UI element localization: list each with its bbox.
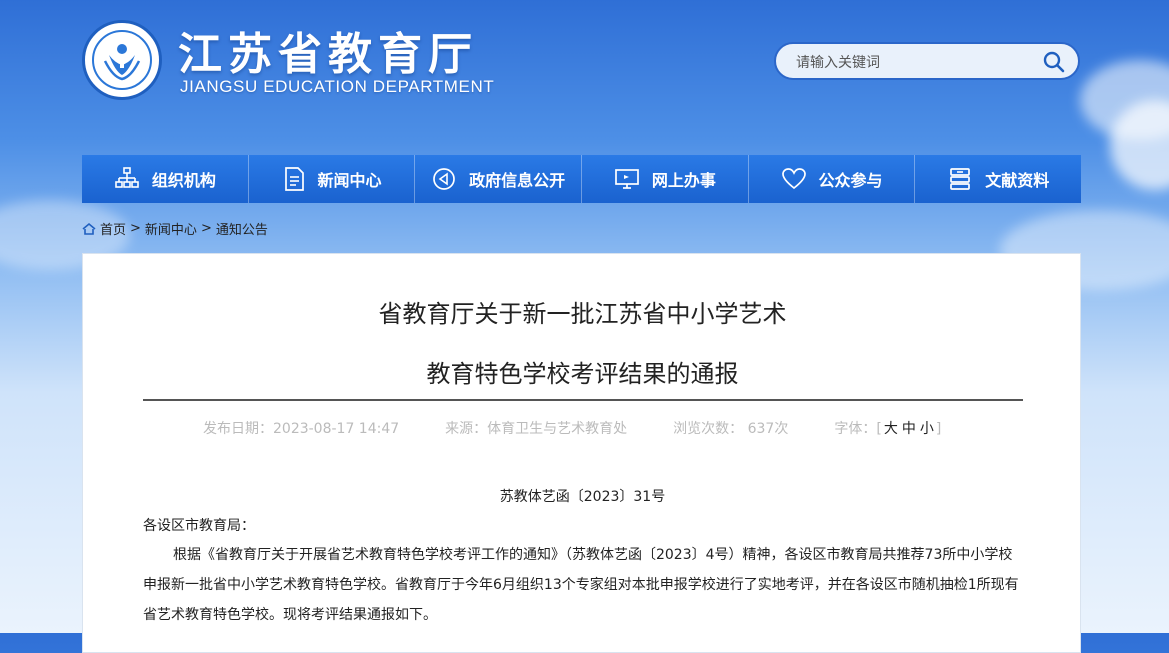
- search-box: [774, 42, 1080, 80]
- font-size-selector: 字体：[大中小]: [834, 418, 941, 438]
- title-divider: [143, 399, 1023, 401]
- font-size-medium[interactable]: 中: [902, 421, 916, 437]
- breadcrumb-separator: >: [200, 221, 212, 236]
- breadcrumb-home[interactable]: 首页: [100, 219, 126, 238]
- search-input[interactable]: [794, 51, 1028, 75]
- nav-label: 网上办事: [651, 171, 716, 190]
- announcement-icon: [433, 168, 456, 190]
- font-size-label: 字体：[: [834, 421, 882, 437]
- nav-item-public-participation[interactable]: 公众参与: [748, 155, 916, 203]
- font-size-small[interactable]: 小: [920, 421, 934, 437]
- font-size-bracket: ]: [935, 421, 942, 437]
- logo-emblem-icon: [103, 44, 141, 81]
- document-number: 苏教体艺函〔2023〕31号: [499, 489, 666, 505]
- article-title-line1: 省教育厅关于新一批江苏省中小学艺术: [378, 300, 787, 328]
- nav-label: 公众参与: [818, 171, 883, 190]
- nav-item-gov-info[interactable]: 政府信息公开: [415, 155, 583, 203]
- nav-item-online-service[interactable]: 网上办事: [582, 155, 749, 203]
- article-body: 根据《省教育厅关于开展省艺术教育特色学校考评工作的通知》（苏教体艺函〔2023〕…: [143, 547, 1019, 623]
- breadcrumb-separator: >: [130, 221, 141, 236]
- site-title: 江苏省教育厅: [178, 29, 478, 80]
- publish-date: 发布日期：2023-08-17 14:47: [203, 421, 400, 437]
- nav-item-organization[interactable]: 组织机构: [82, 155, 249, 203]
- article-source: 来源：体育卫生与艺术教育处: [445, 421, 628, 437]
- article-meta: 发布日期：2023-08-17 14:47 来源：体育卫生与艺术教育处 浏览次数…: [203, 418, 963, 438]
- search-icon[interactable]: [1042, 50, 1066, 74]
- nav-label: 新闻中心: [317, 171, 382, 190]
- article-panel: 省教育厅关于新一批江苏省中小学艺术 教育特色学校考评结果的通报 发布日期：202…: [82, 253, 1081, 653]
- site-subtitle: JIANGSU EDUCATION DEPARTMENT: [180, 77, 495, 96]
- nav-label: 文献资料: [985, 171, 1050, 190]
- font-size-large[interactable]: 大: [884, 421, 898, 437]
- nav-label: 政府信息公开: [469, 171, 566, 190]
- archive-icon: [950, 168, 971, 190]
- breadcrumb: 首页 > 新闻中心 > 通知公告: [82, 219, 268, 238]
- org-chart-icon: [115, 167, 139, 188]
- breadcrumb-current[interactable]: 通知公告: [216, 219, 268, 238]
- article-salutation: 各设区市教育局：: [143, 518, 255, 534]
- nav-item-documents[interactable]: 文献资料: [915, 155, 1082, 203]
- nav-item-news[interactable]: 新闻中心: [248, 155, 416, 203]
- view-count: 浏览次数： 637次: [673, 421, 789, 437]
- home-icon: [82, 222, 96, 235]
- nav-label: 组织机构: [151, 171, 216, 190]
- monitor-icon: [614, 169, 639, 189]
- site-logo[interactable]: [82, 20, 162, 100]
- document-icon: [284, 167, 304, 191]
- main-nav: 组织机构 新闻中心 政府信息公开 网上办事 公众参与 文献资料: [82, 155, 1082, 203]
- heart-icon: [781, 168, 806, 190]
- breadcrumb-news[interactable]: 新闻中心: [145, 219, 197, 238]
- article-title-line2: 教育特色学校考评结果的通报: [426, 360, 739, 388]
